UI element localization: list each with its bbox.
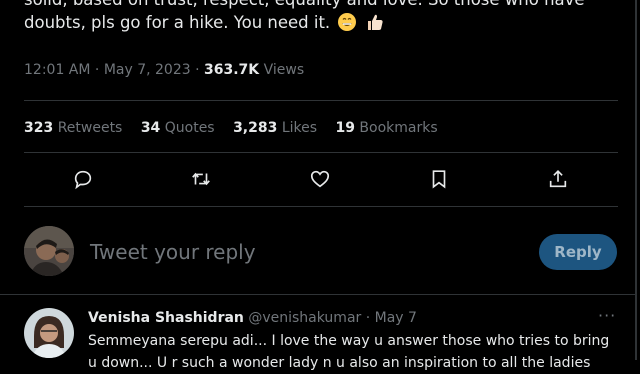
thumbs-up-emoji [365, 12, 385, 32]
divider [24, 100, 618, 101]
reply-composer: Tweet your reply Reply [24, 224, 618, 280]
divider [24, 206, 618, 207]
commenter-header: Venisha Shashidran @venishakumar · May 7 [88, 310, 417, 326]
commenter-name[interactable]: Venisha Shashidran [88, 310, 244, 326]
quotes-stat[interactable]: 34 Quotes [141, 120, 215, 136]
tweet-time[interactable]: 12:01 AM [24, 62, 90, 78]
retweets-count: 323 [24, 120, 54, 136]
bookmarks-count: 19 [335, 120, 355, 136]
reply-icon[interactable] [72, 168, 96, 192]
meta-separator: · [94, 62, 100, 78]
comment-item[interactable]: Venisha Shashidran @venishakumar · May 7… [0, 296, 637, 371]
divider [24, 152, 618, 153]
bookmark-icon[interactable] [428, 168, 452, 192]
grinning-face-emoji [337, 12, 357, 32]
comment-text-line-2: u down... U r such a wonder lady n u als… [88, 355, 591, 371]
comment-separator: · [365, 310, 371, 326]
like-icon[interactable] [309, 168, 333, 192]
tweet-detail-panel: solid, based on trust, respect, equality… [0, 0, 637, 371]
tweet-stats: 323 Retweets 34 Quotes 3,283 Likes 19 Bo… [24, 120, 452, 136]
tweet-meta: 12:01 AM · May 7, 2023 · 363.7K Views [24, 62, 304, 78]
comment-date[interactable]: May 7 [375, 310, 417, 326]
views-label: Views [263, 62, 305, 78]
reply-input[interactable]: Tweet your reply [90, 240, 256, 264]
tweet-actions [24, 164, 618, 198]
commenter-avatar[interactable] [24, 308, 74, 358]
share-icon[interactable] [547, 168, 571, 192]
retweet-icon[interactable] [190, 168, 214, 192]
quotes-label: Quotes [164, 120, 215, 136]
more-options-icon[interactable]: ··· [598, 306, 616, 325]
views-count: 363.7K [204, 62, 260, 78]
reply-button[interactable]: Reply [539, 234, 617, 270]
bookmarks-label: Bookmarks [359, 120, 438, 136]
tweet-date[interactable]: May 7, 2023 [104, 62, 191, 78]
comment-text: Semmeyana serepu adi... I love the way u… [88, 330, 628, 374]
likes-stat[interactable]: 3,283 Likes [233, 120, 317, 136]
meta-separator: · [195, 62, 200, 78]
likes-count: 3,283 [233, 120, 278, 136]
tweet-text-line-2: doubts, pls go for a hike. You need it. [24, 11, 385, 35]
likes-label: Likes [281, 120, 318, 136]
bookmarks-stat[interactable]: 19 Bookmarks [335, 120, 437, 136]
quotes-count: 34 [140, 120, 161, 136]
retweets-label: Retweets [57, 120, 123, 136]
tweet-text-line-2-text: doubts, pls go for a hike. You need it. [24, 13, 331, 32]
comment-text-line-1: Semmeyana serepu adi... I love the way u… [88, 333, 610, 349]
retweets-stat[interactable]: 323 Retweets [24, 120, 122, 136]
divider [0, 294, 637, 295]
commenter-handle[interactable]: @venishakumar [248, 310, 361, 326]
user-avatar[interactable] [24, 226, 74, 276]
